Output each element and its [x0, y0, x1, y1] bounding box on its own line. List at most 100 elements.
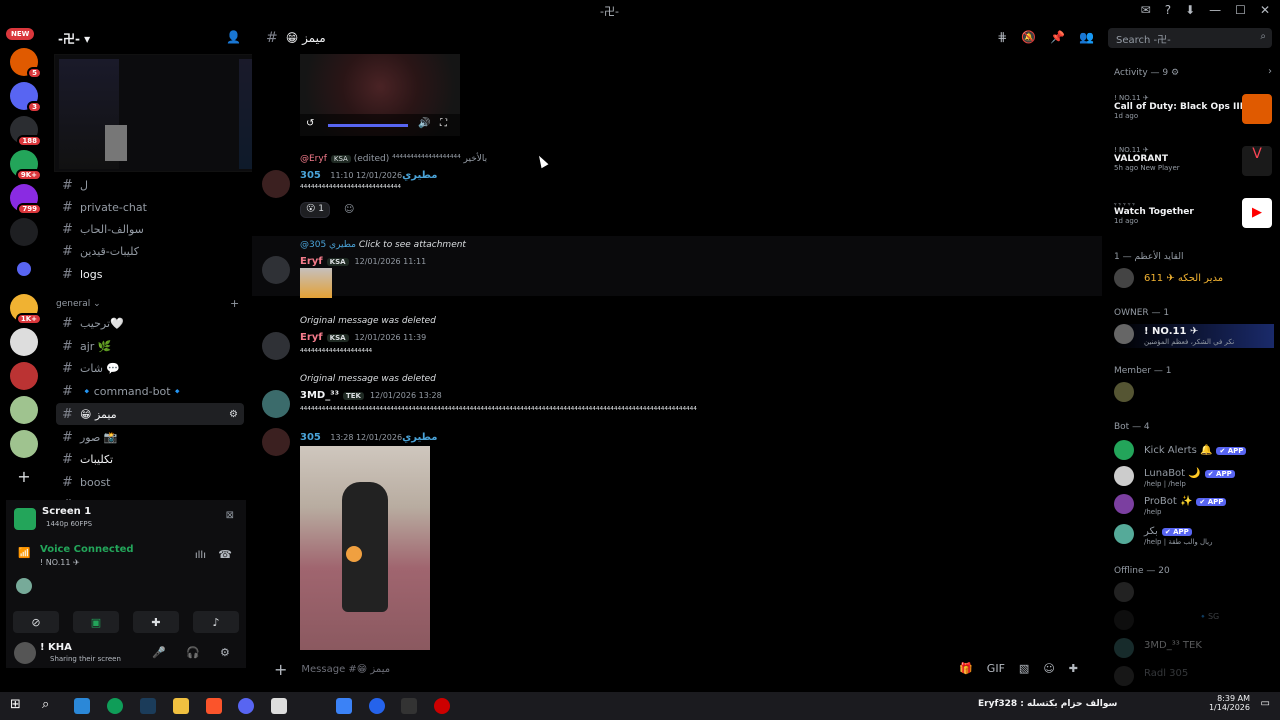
channel-item-boost[interactable]: # boost — [56, 471, 244, 493]
sticker-icon[interactable]: ▧ — [1019, 662, 1029, 675]
fullscreen-icon[interactable]: ⛶ — [440, 118, 447, 129]
voice-channel[interactable]: ! NO.11 ✈ — [40, 558, 80, 567]
avatar[interactable] — [262, 170, 290, 198]
server-icon[interactable]: 799 — [10, 184, 42, 215]
search-input[interactable]: Search -卍- ⌕ — [1108, 28, 1272, 48]
activity-card[interactable]: ! NO.11 ✈ VALORANT 5h ago New Player V — [1114, 146, 1274, 176]
server-icon[interactable]: 9K+ — [10, 150, 42, 181]
taskbar-app-icon[interactable] — [74, 698, 90, 714]
screen-share-button[interactable]: ▣ — [73, 611, 119, 633]
download-icon[interactable]: ⬇ — [1185, 3, 1195, 17]
member-item[interactable]: 3MD_³³ TEK — [1114, 638, 1274, 662]
gift-icon[interactable]: 🎁 — [959, 662, 973, 675]
voice-status[interactable]: Voice Connected — [40, 544, 134, 555]
add-server-icon[interactable]: + — [10, 462, 38, 490]
channel-item[interactable]: # شات 💬 — [56, 357, 244, 379]
discord-icon[interactable] — [238, 698, 254, 714]
attach-icon[interactable]: + — [274, 660, 287, 679]
folder-icon[interactable] — [17, 262, 31, 276]
activity-card[interactable]: ! NO.11 ✈ Call of Duty: Black Ops III 1d… — [1114, 94, 1274, 124]
volume-icon[interactable]: 🔊 — [418, 118, 430, 129]
invite-icon[interactable]: 👤 — [226, 30, 241, 44]
channel-item[interactable]: # صور 📸 — [56, 426, 244, 448]
avatar[interactable] — [262, 390, 290, 418]
minimize-icon[interactable]: — — [1209, 3, 1221, 17]
member-item[interactable] — [1114, 382, 1274, 406]
activities-button[interactable]: ✚ — [133, 611, 179, 633]
reaction[interactable]: 😮 1 — [300, 202, 330, 218]
channel-item[interactable]: # ajr 🌿 — [56, 335, 244, 357]
member-item[interactable]: مدير الحكه ✈ 611 — [1114, 268, 1274, 292]
avatar[interactable] — [262, 256, 290, 284]
member-item[interactable]: LunaBot 🌙 ✔ APP /help | /help — [1114, 466, 1274, 490]
channel-item-command-bot[interactable]: # 🔹command-bot🔹 — [56, 380, 244, 402]
calendar-icon[interactable] — [271, 698, 287, 714]
screen-share-preview[interactable] — [54, 54, 266, 172]
add-channel-icon[interactable]: + — [230, 297, 239, 310]
message-input[interactable]: Message #😁 ميمز — [301, 664, 390, 675]
category-general[interactable]: general ⌄ — [56, 299, 101, 309]
channel-item[interactable]: # تكليبات — [56, 448, 244, 470]
message-author[interactable]: 305 مطيري12/01/2026 11:10 — [300, 170, 437, 181]
server-icon[interactable] — [10, 362, 38, 390]
folder-icon[interactable] — [173, 698, 189, 714]
noise-suppression-icon[interactable]: ıllı — [195, 550, 206, 561]
channel-settings-icon[interactable]: ⚙ — [229, 409, 238, 420]
server-icon[interactable]: 188 — [10, 116, 42, 147]
avatar[interactable] — [262, 332, 290, 360]
help-icon[interactable]: ? — [1165, 3, 1171, 17]
server-icon[interactable]: 5 — [10, 48, 42, 79]
server-header[interactable]: -卍- ▾ — [48, 22, 252, 54]
signal-icon[interactable]: 📶 — [18, 548, 30, 559]
avatar[interactable] — [262, 428, 290, 456]
pin-icon[interactable]: 📌 — [1050, 30, 1065, 44]
member-item[interactable] — [1114, 582, 1274, 606]
server-icon[interactable] — [10, 328, 38, 356]
stop-stream-icon[interactable]: ⊠ — [226, 510, 234, 521]
server-icon[interactable] — [10, 396, 38, 424]
voice-member-avatar[interactable] — [16, 578, 32, 594]
server-icon[interactable] — [10, 430, 38, 458]
maximize-icon[interactable]: ☐ — [1235, 3, 1246, 17]
replay-icon[interactable]: ↺ — [306, 118, 314, 129]
image-attachment[interactable] — [300, 446, 430, 650]
channel-item[interactable]: # سوالف-الحاب — [56, 218, 244, 240]
microphone-icon[interactable]: 🎤 — [152, 646, 166, 659]
message-author[interactable]: 305 مطيري12/01/2026 13:28 — [300, 432, 437, 443]
inbox-icon[interactable]: ✉ — [1141, 3, 1151, 17]
member-item[interactable]: ! NO.11 ✈ نكر في الشكر، فعظم المؤمنين — [1114, 324, 1274, 348]
add-reaction-icon[interactable]: ☺ — [344, 204, 354, 215]
screen-share-panel[interactable]: Screen 1 1440p 60FPS ⊠ — [6, 500, 246, 540]
steam-icon[interactable] — [140, 698, 156, 714]
message-author[interactable]: 3MD_³³ TEK 12/01/2026 13:28 — [300, 390, 442, 401]
image-attachment[interactable] — [300, 268, 332, 298]
members-icon[interactable]: 👥 — [1079, 30, 1094, 44]
member-item[interactable]: Radl 305 — [1114, 666, 1274, 690]
activity-card[interactable]: ﮩ ﮩ ﮩ ﮩ ﮩ Watch Together 1d ago ▶ — [1114, 198, 1274, 228]
chevron-right-icon[interactable]: › — [1268, 66, 1272, 77]
clock[interactable]: 8:39 AM 1/14/2026 — [1209, 694, 1250, 712]
emoji-icon[interactable]: ☺ — [1043, 662, 1054, 675]
channel-item[interactable]: # ل — [56, 174, 244, 196]
settings-icon[interactable]: ⚙ — [220, 646, 230, 659]
soundboard-button[interactable]: ♪ — [193, 611, 239, 633]
member-item[interactable]: Kick Alerts 🔔 ✔ APP — [1114, 440, 1274, 464]
channel-item[interactable]: # ترحيب🤍 — [56, 312, 244, 334]
channel-item[interactable]: # كليبات-قيدين — [56, 240, 244, 262]
threads-icon[interactable]: ⋕ — [997, 30, 1007, 44]
now-playing[interactable]: Eryf328 : سوالف حزام بكتسله — [978, 699, 1117, 709]
video-progress[interactable] — [328, 124, 408, 127]
server-icon[interactable] — [10, 218, 38, 246]
close-icon[interactable]: ✕ — [1260, 3, 1270, 17]
notification-icon[interactable]: ▭ — [1261, 698, 1270, 709]
message-author[interactable]: Eryf KSA 12/01/2026 11:11 — [300, 256, 426, 267]
headphones-icon[interactable]: 🎧 — [186, 646, 200, 659]
notifications-icon[interactable]: 🔕 — [1021, 30, 1036, 44]
reply-preview[interactable]: @Eryf KSA (edited) ⁴⁴⁴⁴⁴⁴⁴⁴⁴⁴⁴⁴⁴⁴⁴⁴⁴⁴⁴ با… — [300, 154, 487, 164]
reply-preview[interactable]: @305 مطيري Click to see attachment — [300, 240, 466, 250]
avatar[interactable] — [14, 642, 36, 664]
member-item[interactable]: 🔹SG — [1114, 610, 1274, 634]
disconnect-icon[interactable]: ☎ — [218, 548, 232, 561]
windows-start-icon[interactable]: ⊞ — [10, 697, 21, 712]
taskbar-app-icon[interactable] — [369, 698, 385, 714]
